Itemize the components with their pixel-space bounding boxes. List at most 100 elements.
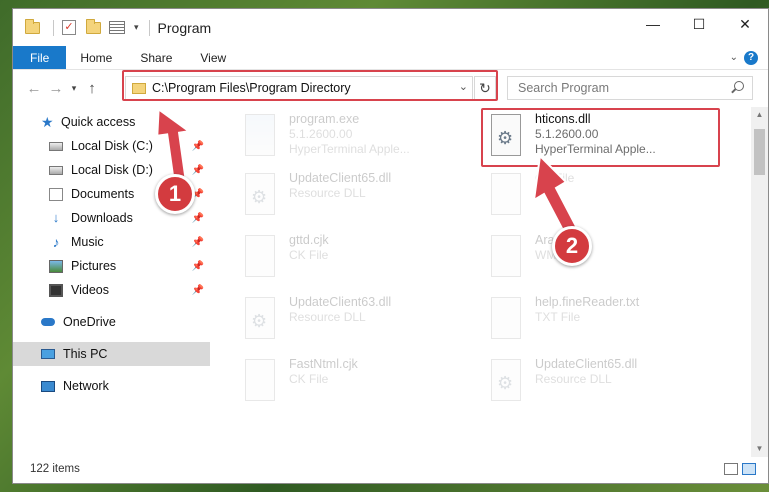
sidebar-item-quick-access[interactable]: ★ Quick access [13,110,210,134]
search-icon[interactable] [734,81,744,91]
properties-icon[interactable] [108,19,126,37]
dll-gear-file-icon: ⚙ [241,295,281,345]
file-item[interactable]: CK File [487,171,707,227]
up-arrow-icon[interactable]: ↑ [81,80,103,97]
sidebar-item-onedrive[interactable]: OneDrive [13,310,210,334]
file-item[interactable]: ⚙ UpdateClient65.dll Resource DLL [241,171,461,227]
documents-icon [49,187,63,201]
videos-icon [49,283,63,297]
sidebar-item-label: Network [63,379,109,393]
back-arrow-icon[interactable]: ← [23,80,45,97]
search-placeholder: Search Program [518,81,610,95]
details-view-icon[interactable] [724,463,738,475]
tab-view[interactable]: View [186,46,240,69]
folder-icon [23,18,41,37]
sidebar-item-label: Documents [71,187,135,201]
pin-icon[interactable]: 📌 [192,285,204,296]
sidebar-item-label: Music [71,235,104,249]
tab-file[interactable]: File [13,46,67,69]
properties-check-icon[interactable]: ✓ [60,19,78,37]
file-type: Resource DLL [535,372,612,386]
recent-locations-chevron-icon[interactable]: ▾ [67,83,81,94]
file-description: HyperTerminal Apple... [289,142,410,156]
file-item[interactable]: FastNtml.cjk CK File [241,357,461,413]
file-name: gttd.cjk [289,233,329,247]
window-title: Program [157,19,212,36]
file-icon [487,171,527,221]
sidebar-item-label: Downloads [71,211,133,225]
title-bar: ✓ ▾ Program — ☐ ✕ [13,9,768,46]
file-item[interactable]: help.fineReader.txt TXT File [487,295,707,351]
tab-share[interactable]: Share [126,46,186,69]
file-type: CK File [289,248,329,262]
navigation-pane: ★ Quick access Local Disk (C:) 📌 Local D… [13,107,210,457]
dll-gear-file-icon: ⚙ [241,171,281,221]
close-button[interactable]: ✕ [722,9,768,39]
file-icon [241,357,281,407]
vertical-scrollbar[interactable]: ▲ ▼ [751,107,768,457]
file-item[interactable]: ⚙ UpdateClient65.dll Resource DLL [487,357,707,413]
sidebar-item-network[interactable]: Network [13,374,210,398]
pin-icon[interactable]: 📌 [192,165,204,176]
scroll-up-icon[interactable]: ▲ [751,107,768,123]
title-separator [148,19,150,36]
file-type: CK File [535,171,575,185]
scroll-thumb[interactable] [754,129,765,175]
file-item[interactable]: program.exe 5.1.2600.00 HyperTerminal Appl… [241,112,461,168]
disk-icon [49,141,63,151]
exe-file-icon [241,112,281,162]
customize-toolbar-chevron-icon[interactable]: ▾ [134,22,139,33]
file-name: FastNtml.cjk [289,357,358,371]
file-icon [487,233,527,283]
file-item[interactable]: gttd.cjk CK File [241,233,461,289]
callout-1: 1 [155,174,195,214]
large-icons-view-icon[interactable] [742,463,756,475]
file-highlight-box [481,108,720,167]
toolbar-separator [53,19,54,36]
text-file-icon [487,295,527,345]
sidebar-item-pictures[interactable]: Pictures 📌 [13,254,210,278]
file-type: TXT File [535,310,581,324]
cloud-icon [41,318,55,326]
file-name: help.fineReader.txt [535,295,640,309]
disk-icon [49,165,63,175]
item-count: 122 items [30,463,80,475]
help-icon[interactable]: ? [744,50,758,65]
computer-icon [41,349,55,359]
file-name: UpdateClient63.dll [289,295,392,309]
file-item[interactable]: ⚙ UpdateClient63.dll Resource DLL [241,295,461,351]
music-icon: ♪ [52,233,60,250]
downloads-icon: ↓ [52,209,60,225]
file-icon [241,233,281,283]
forward-arrow-icon[interactable]: → [45,80,67,97]
file-type: CK File [289,372,329,386]
pin-icon[interactable]: 📌 [192,213,204,224]
view-switcher [724,463,756,475]
minimize-button[interactable]: — [630,9,676,39]
expand-ribbon-chevron-icon[interactable]: ⌄ [730,52,738,63]
sidebar-item-label: OneDrive [63,315,116,329]
callout-2: 2 [552,226,592,266]
sidebar-item-label: This PC [63,347,108,361]
pin-icon[interactable]: 📌 [192,237,204,248]
sidebar-item-videos[interactable]: Videos 📌 [13,278,210,302]
star-icon: ★ [41,113,54,130]
maximize-button[interactable]: ☐ [676,9,722,39]
sidebar-item-label: Local Disk (C:) [71,139,153,153]
pictures-icon [49,259,63,273]
ribbon-right-controls: ⌄ ? [730,46,768,69]
file-item[interactable]: Arabic.dllWMI [487,233,707,289]
sidebar-item-this-pc[interactable]: This PC [13,342,210,366]
sidebar-item-label: Local Disk (D:) [71,163,153,177]
file-name: program.exe [289,112,360,126]
search-input[interactable]: Search Program [507,76,753,100]
pin-icon[interactable]: 📌 [192,261,204,272]
sidebar-item-local-disk-c[interactable]: Local Disk (C:) 📌 [13,134,210,158]
sidebar-item-music[interactable]: ♪ Music 📌 [13,230,210,254]
tab-home[interactable]: Home [66,46,126,69]
new-folder-icon[interactable] [84,18,102,37]
pin-icon[interactable]: 📌 [192,141,204,152]
address-highlight-box [122,70,498,101]
file-type: Resource DLL [289,310,366,324]
sidebar-item-label: Quick access [61,115,136,129]
